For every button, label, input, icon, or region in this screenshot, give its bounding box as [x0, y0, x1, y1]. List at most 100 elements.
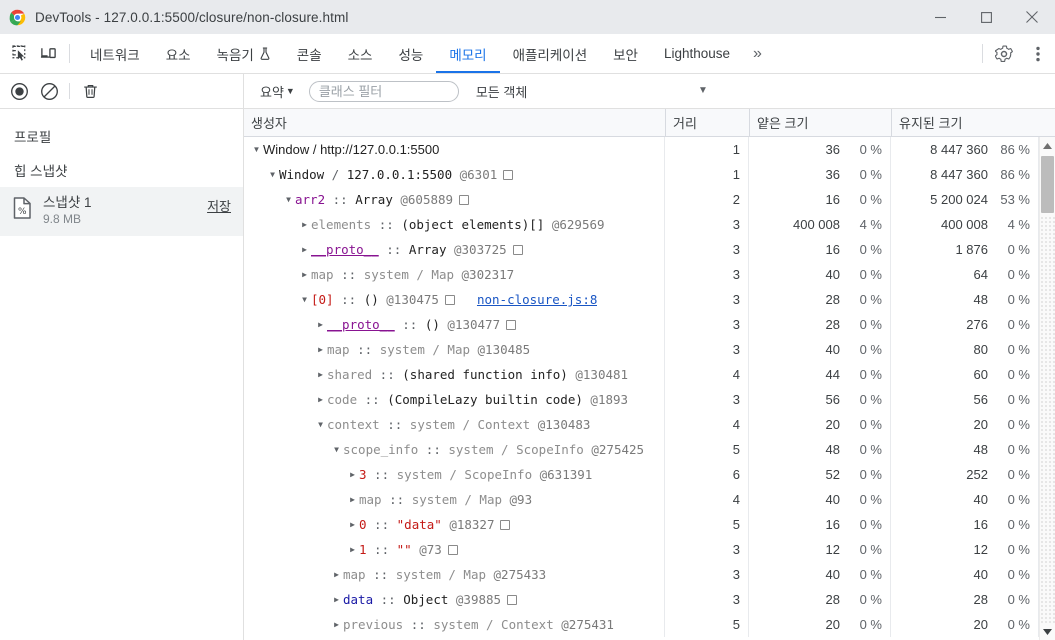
- constructor-text: arr2 :: Array @605889: [295, 192, 470, 207]
- column-header-shallow-size[interactable]: 얕은 크기: [749, 109, 891, 136]
- actions-divider: [982, 44, 983, 63]
- tab-memory[interactable]: 메모리: [436, 34, 500, 73]
- twisty-collapsed-icon[interactable]: ▶: [314, 370, 327, 379]
- table-row[interactable]: ▶ map :: system / Map @130485 3 40 0 % 80 0 %: [244, 337, 1055, 362]
- text-span: context: [327, 417, 380, 432]
- shallow-size-value: 16: [825, 192, 840, 207]
- table-row[interactable]: ▶ elements :: (object elements)[] @629569…: [244, 212, 1055, 237]
- snapshot-name: 스냅샷 1: [43, 195, 92, 210]
- twisty-collapsed-icon[interactable]: ▶: [330, 620, 343, 629]
- maximize-button[interactable]: [963, 0, 1009, 34]
- object-filter-select[interactable]: 모든 객체 ▼: [472, 80, 712, 103]
- grid-rows-container: ▼ Window / http://127.0.0.1:5500 1 36 0 % 8 4…: [244, 137, 1055, 640]
- snapshot-save-link[interactable]: 저장: [207, 196, 231, 215]
- more-tabs-button[interactable]: »: [743, 34, 772, 73]
- table-row[interactable]: ▼ arr2 :: Array @605889 2 16 0 % 5 200 024 53 …: [244, 187, 1055, 212]
- shallow-size-percent: 0 %: [859, 392, 882, 407]
- table-row[interactable]: ▶ __proto__ :: Array @303725 3 16 0 % 1 876 0 …: [244, 237, 1055, 262]
- table-row[interactable]: ▼ scope_info :: system / ScopeInfo @27542…: [244, 437, 1055, 462]
- scroll-down-icon[interactable]: [1040, 623, 1055, 640]
- scroll-up-icon[interactable]: [1040, 137, 1055, 154]
- minimize-button[interactable]: [917, 0, 963, 34]
- tab-security[interactable]: 보안: [600, 34, 651, 73]
- table-row[interactable]: ▶ map :: system / Map @275433 3 40 0 % 40 0 %: [244, 562, 1055, 587]
- gear-icon[interactable]: [987, 34, 1021, 73]
- tab-sources[interactable]: 소스: [335, 34, 386, 73]
- table-row[interactable]: ▼ Window / http://127.0.0.1:5500 1 36 0 % 8 4…: [244, 137, 1055, 162]
- twisty-collapsed-icon[interactable]: ▶: [346, 520, 359, 529]
- tab-recorder[interactable]: 녹음기: [204, 34, 284, 73]
- twisty-collapsed-icon[interactable]: ▶: [314, 395, 327, 404]
- retained-size-value: 252: [966, 467, 988, 482]
- text-span: map: [343, 567, 366, 582]
- class-filter-input[interactable]: [308, 80, 459, 102]
- snapshot-list-item[interactable]: % 스냅샷 1 9.8 MB 저장: [0, 187, 243, 236]
- close-button[interactable]: [1009, 0, 1055, 34]
- tab-console[interactable]: 콘솔: [284, 34, 335, 73]
- scrollbar-thumb[interactable]: [1041, 156, 1054, 213]
- table-row[interactable]: ▶ 1 :: "" @73 3 12 0 % 12 0 %: [244, 537, 1055, 562]
- table-row[interactable]: ▶ map :: system / Map @302317 3 40 0 % 64 0 %: [244, 262, 1055, 287]
- cell-distance: 5: [665, 512, 749, 537]
- text-span: @130477: [439, 317, 501, 332]
- clear-icon[interactable]: [34, 74, 64, 108]
- device-toolbar-icon[interactable]: [34, 34, 62, 73]
- table-row[interactable]: ▶ map :: system / Map @93 4 40 0 % 40 0 %: [244, 487, 1055, 512]
- twisty-collapsed-icon[interactable]: ▶: [298, 270, 311, 279]
- source-location-link[interactable]: non-closure.js:8: [477, 292, 597, 307]
- tab-performance[interactable]: 성능: [385, 34, 436, 73]
- table-row[interactable]: ▶ data :: Object @39885 3 28 0 % 28 0 %: [244, 587, 1055, 612]
- inspect-element-icon[interactable]: [6, 34, 34, 73]
- text-span: @605889: [392, 192, 454, 207]
- twisty-collapsed-icon[interactable]: ▶: [346, 495, 359, 504]
- twisty-expanded-icon[interactable]: ▼: [282, 195, 295, 204]
- table-row[interactable]: ▶ code :: (CompileLazy builtin code) @189…: [244, 387, 1055, 412]
- text-span: ::: [333, 267, 364, 282]
- twisty-expanded-icon[interactable]: ▼: [250, 145, 263, 154]
- table-row[interactable]: ▶ __proto__ :: () @130477 3 28 0 % 276 0 %: [244, 312, 1055, 337]
- constructor-text: Window / 127.0.0.1:5500 @6301: [279, 167, 514, 182]
- more-vertical-icon[interactable]: [1021, 34, 1055, 73]
- grid-vertical-scrollbar[interactable]: [1039, 137, 1055, 640]
- twisty-collapsed-icon[interactable]: ▶: [346, 545, 359, 554]
- twisty-expanded-icon[interactable]: ▼: [330, 445, 343, 454]
- retained-size-value: 20: [973, 417, 988, 432]
- view-mode-select[interactable]: 요약 ▼: [256, 80, 299, 103]
- cell-constructor: ▶ data :: Object @39885: [244, 587, 665, 612]
- twisty-collapsed-icon[interactable]: ▶: [346, 470, 359, 479]
- twisty-expanded-icon[interactable]: ▼: [298, 295, 311, 304]
- cell-constructor: ▶ 0 :: "data" @18327: [244, 512, 665, 537]
- column-header-distance[interactable]: 거리: [665, 109, 749, 136]
- tab-application[interactable]: 애플리케이션: [500, 34, 601, 73]
- table-row[interactable]: ▼ [0] :: () @130475 non-closure.js:8 3 28 0 %…: [244, 287, 1055, 312]
- table-row[interactable]: ▶ previous :: system / Context @275431 5 20…: [244, 612, 1055, 637]
- column-header-constructor[interactable]: 생성자: [244, 109, 665, 136]
- twisty-collapsed-icon[interactable]: ▶: [298, 245, 311, 254]
- record-icon[interactable]: [4, 74, 34, 108]
- twisty-collapsed-icon[interactable]: ▶: [298, 220, 311, 229]
- table-row[interactable]: ▶ shared :: (shared function info) @13048…: [244, 362, 1055, 387]
- column-header-retained-size[interactable]: 유지된 크기: [891, 109, 1039, 136]
- text-span: system / ScopeInfo: [396, 467, 533, 482]
- cell-constructor: ▶ map :: system / Map @93: [244, 487, 665, 512]
- table-row[interactable]: ▶ 3 :: system / ScopeInfo @631391 6 52 0 % 25…: [244, 462, 1055, 487]
- table-row[interactable]: ▶ 0 :: "data" @18327 5 16 0 % 16 0 %: [244, 512, 1055, 537]
- twisty-expanded-icon[interactable]: ▼: [266, 170, 279, 179]
- tab-lighthouse[interactable]: Lighthouse: [651, 34, 743, 73]
- tab-label: 요소: [165, 47, 191, 63]
- scrollbar-track[interactable]: [1040, 216, 1055, 623]
- twisty-collapsed-icon[interactable]: ▶: [314, 320, 327, 329]
- twisty-collapsed-icon[interactable]: ▶: [314, 345, 327, 354]
- constructor-text: shared :: (shared function info) @130481: [327, 367, 628, 382]
- tab-network[interactable]: 네트워크: [77, 34, 153, 73]
- table-row[interactable]: ▼ context :: system / Context @130483 4 20 0…: [244, 412, 1055, 437]
- trash-icon[interactable]: [75, 74, 105, 108]
- table-row[interactable]: ▼ Window / 127.0.0.1:5500 @6301 1 36 0 % 8 44…: [244, 162, 1055, 187]
- twisty-collapsed-icon[interactable]: ▶: [330, 595, 343, 604]
- twisty-expanded-icon[interactable]: ▼: [314, 420, 327, 429]
- text-span: "data": [396, 517, 442, 532]
- shallow-size-value: 40: [825, 492, 840, 507]
- twisty-collapsed-icon[interactable]: ▶: [330, 570, 343, 579]
- tab-elements[interactable]: 요소: [153, 34, 204, 73]
- cell-retained-size: 400 008 4 %: [891, 212, 1039, 237]
